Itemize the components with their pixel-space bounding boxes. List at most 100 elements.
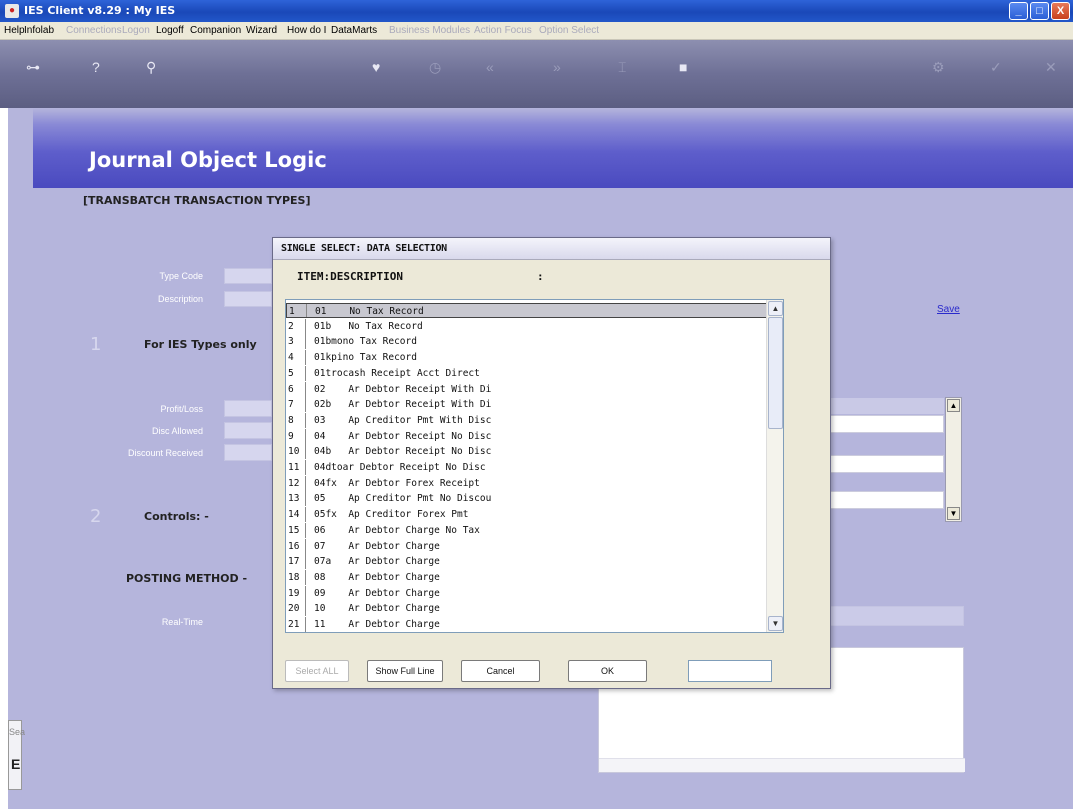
ok-button[interactable]: OK	[568, 660, 647, 682]
scroll-up-icon[interactable]: ▲	[947, 399, 960, 412]
rewind-icon[interactable]: «	[486, 60, 494, 74]
clock-icon[interactable]: ◷	[429, 60, 441, 74]
toolbar: ⊶ ? ⚲ ♥ ◷ « » ⌶ ■ ⚙ ✓ ✕	[0, 40, 1073, 108]
column-header-label: ITEM:DESCRIPTION	[297, 270, 403, 283]
select-all-button[interactable]: Select ALL	[285, 660, 349, 682]
list-item-text: 05fx Ap Creditor Forex Pmt	[314, 509, 469, 521]
ies-logo-icon: ●	[5, 4, 19, 18]
menu-how-do-i[interactable]: How do I	[287, 25, 326, 36]
list-item-text: 01b No Tax Record	[314, 320, 423, 332]
disc-allowed-input[interactable]	[224, 422, 272, 439]
scroll-down-icon[interactable]: ▼	[947, 507, 960, 520]
list-item-separator	[305, 475, 306, 491]
list-item[interactable]: 17 07a Ar Debtor Charge	[286, 554, 767, 570]
description-input[interactable]	[224, 291, 272, 307]
side-tab[interactable]: Sea E	[8, 720, 25, 790]
list-item-number: 11	[288, 462, 300, 473]
menu-help[interactable]: Help	[4, 25, 25, 36]
list-item[interactable]: 7 02b Ar Debtor Receipt With Di	[286, 397, 767, 413]
list-item[interactable]: 2 01b No Tax Record	[286, 318, 767, 334]
settings-icon[interactable]: ⚙	[932, 60, 945, 74]
list-item[interactable]: 14 05fx Ap Creditor Forex Pmt	[286, 507, 767, 523]
list-item[interactable]: 19 09 Ar Debtor Charge	[286, 585, 767, 601]
menu-action-focus[interactable]: Action Focus	[474, 25, 532, 36]
list-item-text: 02b Ar Debtor Receipt With Di	[314, 399, 492, 411]
menu-wizard[interactable]: Wizard	[246, 25, 277, 36]
list-item-number: 10	[288, 446, 300, 458]
maximize-button[interactable]: □	[1030, 2, 1049, 20]
menu-infolab[interactable]: Infolab	[24, 25, 54, 36]
save-link[interactable]: Save	[937, 304, 960, 315]
list-item-text: 07 Ar Debtor Charge	[314, 540, 440, 552]
list-item[interactable]: 15 06 Ar Debtor Charge No Tax	[286, 522, 767, 538]
close-icon[interactable]: ✕	[1045, 60, 1057, 74]
list-item[interactable]: 20 10 Ar Debtor Charge	[286, 601, 767, 617]
notes-horizontal-scrollbar[interactable]	[599, 758, 965, 772]
menu-option-select[interactable]: Option Select	[539, 25, 599, 36]
page-subtitle: [TRANSBATCH TRANSACTION TYPES]	[83, 194, 311, 207]
list-item[interactable]: 13 05 Ap Creditor Pmt No Discou	[286, 491, 767, 507]
list-item-separator	[305, 350, 306, 366]
page-banner: Journal Object Logic	[33, 108, 1073, 188]
forward-icon[interactable]: »	[553, 60, 561, 74]
list-item[interactable]: 8 03 Ap Creditor Pmt With Disc	[286, 412, 767, 428]
key-icon[interactable]: ⊶	[26, 60, 40, 74]
list-item-text: 04fx Ar Debtor Forex Receipt	[314, 477, 480, 489]
cancel-button[interactable]: Cancel	[461, 660, 540, 682]
list-item-text: 05 Ap Creditor Pmt No Discou	[314, 493, 492, 505]
list-item[interactable]: 18 08 Ar Debtor Charge	[286, 569, 767, 585]
right-list-scrollbar[interactable]: ▲ ▼	[945, 397, 962, 522]
list-item[interactable]: 5 01trocash Receipt Acct Direct	[286, 365, 767, 381]
bookmark-icon[interactable]: ⌶	[618, 60, 626, 74]
list-item-separator	[305, 460, 306, 475]
heart-icon[interactable]: ♥	[372, 60, 380, 74]
list-item-number: 13	[288, 493, 300, 505]
window-title: IES Client v8.29 : My IES	[24, 4, 176, 17]
list-item[interactable]: 9 04 Ar Debtor Receipt No Disc	[286, 428, 767, 444]
list-item-text: 08 Ar Debtor Charge	[314, 571, 440, 583]
list-item-separator	[305, 507, 306, 523]
list-item[interactable]: 6 02 Ar Debtor Receipt With Di	[286, 381, 767, 397]
list-item-text: 11 Ar Debtor Charge	[314, 619, 440, 630]
help-icon[interactable]: ?	[92, 60, 100, 74]
side-tab-letter: E	[11, 756, 21, 772]
list-item-text: 06 Ar Debtor Charge No Tax	[314, 524, 480, 536]
search-icon[interactable]: ⚲	[146, 60, 156, 74]
list-item[interactable]: 3 01bmono Tax Record	[286, 334, 767, 350]
data-selection-dialog: SINGLE SELECT: DATA SELECTION ITEM:DESCR…	[272, 237, 831, 689]
dialog-titlebar: SINGLE SELECT: DATA SELECTION	[273, 238, 830, 260]
list-item[interactable]: 11 04dtoar Debtor Receipt No Disc	[286, 460, 767, 475]
scroll-down-icon[interactable]: ▼	[768, 616, 783, 631]
list-item[interactable]: 12 04fx Ar Debtor Forex Receipt	[286, 475, 767, 491]
list-item[interactable]: 10 04b Ar Debtor Receipt No Disc	[286, 444, 767, 460]
scroll-thumb[interactable]	[768, 317, 783, 429]
list-item-number: 6	[288, 383, 294, 395]
list-item[interactable]: 1 01 No Tax Record	[286, 303, 767, 318]
list-item[interactable]: 16 07 Ar Debtor Charge	[286, 538, 767, 554]
scroll-up-icon[interactable]: ▲	[768, 301, 783, 316]
profit-loss-input[interactable]	[224, 400, 272, 417]
list-item-number: 7	[288, 399, 294, 411]
listbox-scrollbar[interactable]: ▲ ▼	[766, 300, 783, 632]
menu-connections[interactable]: Connections	[66, 25, 122, 36]
list-item[interactable]: 21 11 Ar Debtor Charge	[286, 617, 767, 632]
list-item[interactable]: 4 01kpino Tax Record	[286, 350, 767, 366]
list-item-text: 04 Ar Debtor Receipt No Disc	[314, 430, 492, 442]
menu-logoff[interactable]: Logoff	[156, 25, 184, 36]
list-item-separator	[305, 538, 306, 554]
list-item-text: 04b Ar Debtor Receipt No Disc	[314, 446, 492, 458]
check-icon[interactable]: ✓	[990, 60, 1002, 74]
filter-input[interactable]	[688, 660, 772, 682]
show-full-line-button[interactable]: Show Full Line	[367, 660, 443, 682]
discount-received-input[interactable]	[224, 444, 272, 461]
stop-icon[interactable]: ■	[679, 60, 687, 74]
close-window-button[interactable]: X	[1051, 2, 1070, 20]
type-code-input[interactable]	[224, 268, 272, 284]
menu-datamarts[interactable]: DataMarts	[331, 25, 377, 36]
section-2-number: 2	[90, 506, 102, 527]
menu-companion[interactable]: Companion	[190, 25, 241, 36]
menu-logon[interactable]: Logon	[122, 25, 150, 36]
item-listbox[interactable]: 21 11 Ar Debtor Charge 20 10 Ar Debtor Char…	[285, 299, 784, 633]
minimize-button[interactable]: _	[1009, 2, 1028, 20]
menu-business-modules[interactable]: Business Modules	[389, 25, 470, 36]
